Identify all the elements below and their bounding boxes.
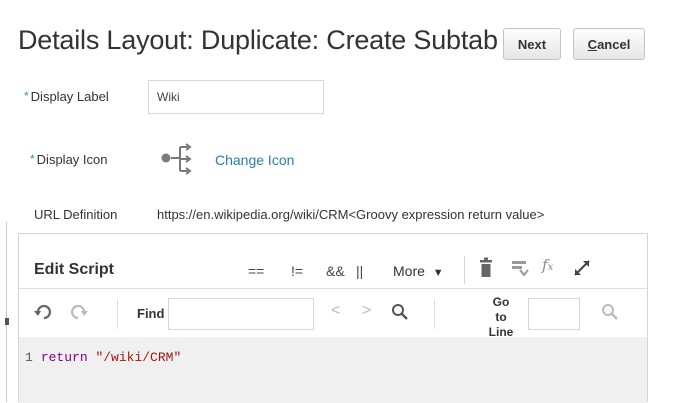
comment-icon[interactable]	[509, 256, 531, 280]
find-input[interactable]	[168, 298, 314, 330]
split-arrows-icon	[160, 142, 200, 178]
url-definition-label: URL Definition	[34, 207, 118, 222]
more-label: More	[393, 263, 425, 279]
go-to-line-search-icon[interactable]	[601, 303, 619, 321]
find-bar: Find < > Go to Line	[19, 288, 647, 339]
more-menu-button[interactable]: More ▼	[393, 263, 444, 279]
display-icon-text: Display Icon	[36, 152, 108, 167]
code-line: 1 return "/wiki/CRM"	[25, 350, 181, 365]
next-button[interactable]: Next	[503, 28, 561, 60]
url-definition-value: https://en.wikipedia.org/wiki/CRM<Groovy…	[157, 207, 545, 222]
expand-icon[interactable]	[571, 256, 593, 280]
edit-script-title: Edit Script	[34, 261, 115, 278]
trash-icon[interactable]	[475, 256, 497, 280]
display-icon-field-label: * Display Icon	[30, 152, 107, 167]
required-marker: *	[30, 152, 35, 166]
find-label: Find	[137, 306, 165, 321]
go-to-line-input[interactable]	[528, 298, 580, 330]
and-operator-button[interactable]: &&	[326, 263, 345, 279]
display-label-field-label: * Display Label	[24, 89, 109, 104]
previous-match-icon[interactable]: <	[331, 302, 340, 320]
toolbar-separator	[464, 256, 465, 284]
line-number: 1	[25, 350, 33, 365]
cancel-button[interactable]: Cancel	[573, 28, 645, 60]
display-label-value: Wiki	[157, 90, 180, 104]
next-button-label: Next	[517, 36, 547, 52]
next-match-icon[interactable]: >	[362, 302, 371, 320]
or-operator-button[interactable]: ||	[356, 263, 363, 279]
search-icon[interactable]	[391, 303, 409, 321]
page-title: Details Layout: Duplicate: Create Subtab	[18, 25, 498, 55]
required-marker: *	[24, 89, 29, 103]
find-bar-separator	[117, 299, 118, 329]
code-string: "/wiki/CRM"	[95, 350, 182, 365]
panel-collapse-marker[interactable]	[5, 318, 9, 325]
redo-icon[interactable]	[69, 302, 89, 322]
left-panel-divider	[6, 222, 7, 402]
chevron-down-icon: ▼	[432, 267, 444, 279]
find-bar-separator	[434, 299, 435, 329]
equals-operator-button[interactable]: ==	[248, 263, 264, 279]
code-keyword: return	[40, 350, 88, 365]
code-area[interactable]: 1 return "/wiki/CRM"	[19, 337, 647, 403]
display-label-input[interactable]: Wiki	[148, 80, 324, 114]
script-editor: Edit Script == != && || More ▼ fx Find <…	[18, 233, 648, 403]
go-to-line-label: Go to Line	[488, 295, 514, 339]
change-icon-link[interactable]: Change Icon	[215, 152, 294, 168]
cancel-button-label: Cancel	[587, 36, 631, 52]
function-icon[interactable]: fx	[542, 256, 564, 280]
display-label-text: Display Label	[30, 89, 109, 104]
undo-icon[interactable]	[33, 302, 53, 322]
not-equals-operator-button[interactable]: !=	[291, 263, 303, 279]
